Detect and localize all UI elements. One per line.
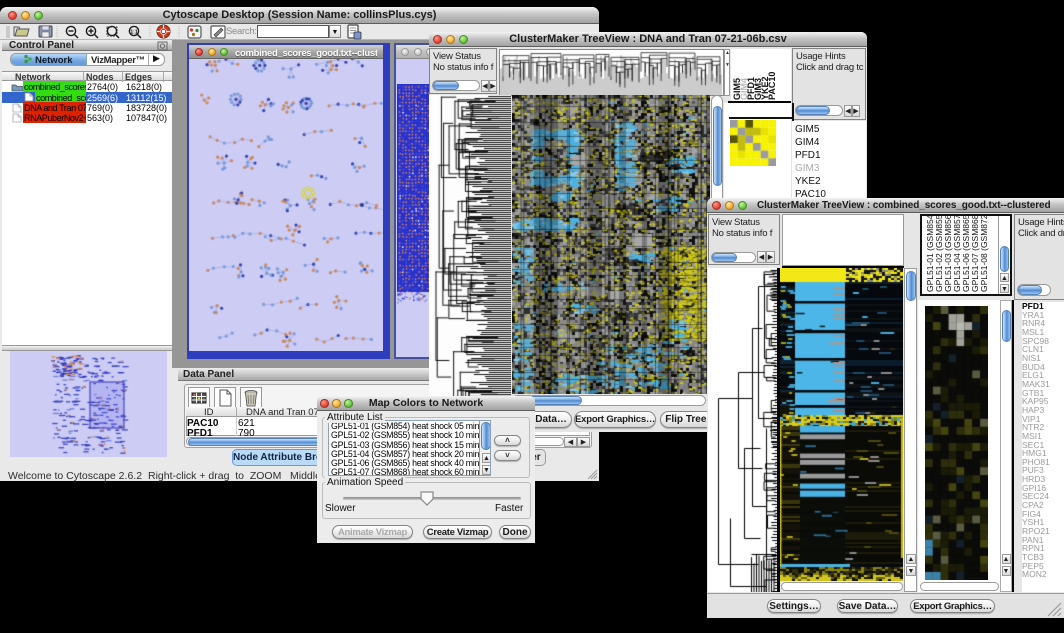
svg-text:1:1: 1:1 bbox=[130, 30, 137, 36]
